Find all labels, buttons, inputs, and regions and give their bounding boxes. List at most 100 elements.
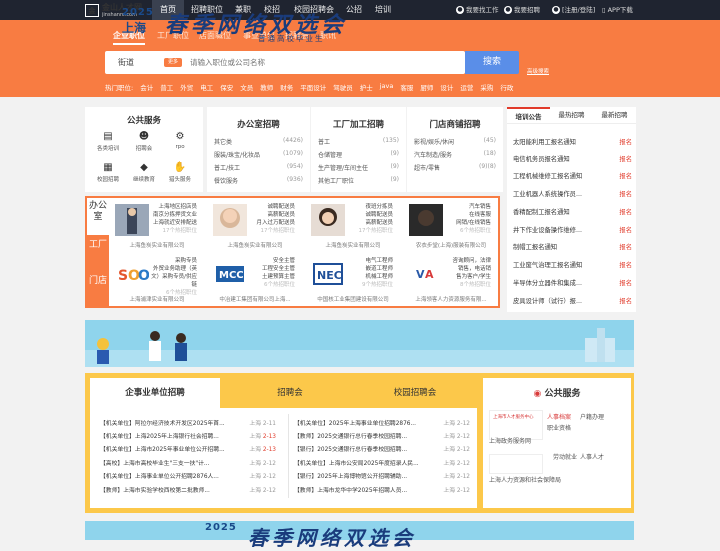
nav-public[interactable]: 公招 — [346, 0, 362, 20]
hot-job[interactable]: 会计 — [140, 82, 153, 92]
category-row[interactable]: 餐饮服务 (936) — [214, 176, 303, 185]
hot-job[interactable]: 平面设计 — [300, 82, 326, 92]
notice-item[interactable]: 工业机器人系统操作员... 报名 — [513, 189, 632, 198]
notice-item[interactable]: 工程机械维修工报名通知 报名 — [513, 171, 632, 180]
recruit-item[interactable]: 【机关单位】2025年上海事业单位招聘2876... 上海 2-12 — [294, 418, 470, 427]
search-button[interactable]: 搜索 — [465, 51, 519, 74]
recruit-item[interactable]: 【机关单位】上海市2025年事业单位公开招聘... 上海 2-13 — [100, 444, 276, 453]
banner-illustration — [85, 328, 634, 367]
notice-item[interactable]: 半导体分立器件和集成... 报名 — [513, 278, 632, 287]
recruit-item[interactable]: 【教师】2025交通银行总行春季校园招聘... 上海 2-12 — [294, 431, 470, 440]
panel-title: 办公室招聘 — [237, 120, 280, 130]
search-input[interactable] — [190, 54, 460, 71]
notice-item[interactable]: 太阳能利用工报名通知 报名 — [513, 137, 632, 146]
svc-education[interactable]: ◆ 继续教育 — [126, 162, 162, 183]
category-row[interactable]: 影视/娱乐/休闲 (45) — [414, 137, 496, 146]
svc-rpo[interactable]: ⚙ rpo — [162, 131, 198, 150]
recruit-item[interactable]: 【机关单位】上海事业单位公开招聘2876人... 上海 2-12 — [100, 471, 276, 480]
notice-item[interactable]: 井下作业设备操作维修... 报名 — [513, 225, 632, 234]
company-card[interactable]: SOO 采购专员 外贸业务助理（英 文）采购专员/供应链 6个热招职位 上海浦津实业有… — [109, 252, 205, 304]
logo-mark-icon: 金 — [85, 4, 99, 17]
tab-new-jobs[interactable]: 最新招聘 — [593, 107, 636, 123]
post-job-link[interactable]: ● 我要招聘 — [504, 0, 540, 20]
tab-campus-fairs[interactable]: 校园招聘会 — [360, 378, 470, 408]
login-icon: ● — [552, 6, 560, 14]
company-card[interactable]: 上海地区招店员 南京分拣押货文业 上海就近安排配送 17个热招职位 上海鱼炭实业有限公… — [109, 198, 205, 250]
svc-campus[interactable]: ▦ 校园招聘 — [90, 162, 126, 183]
notice-item[interactable]: 香精配制工报名通知 报名 — [513, 207, 632, 216]
category-row[interactable]: 普工 (135) — [318, 137, 399, 146]
hot-job[interactable]: 厨师 — [420, 82, 433, 92]
hot-job[interactable]: 驾驶员 — [333, 82, 353, 92]
hot-job[interactable]: 采购 — [480, 82, 493, 92]
category-row[interactable]: 生产管理/车间主任 (9) — [318, 163, 399, 172]
recruit-item[interactable]: 【高校】上海市高校毕业生"三支一扶"计... 上海 2-12 — [100, 458, 276, 467]
hot-job[interactable]: 行政 — [500, 82, 513, 92]
category-row[interactable]: 超市/零售 (9)(8) — [414, 163, 496, 172]
pub-link-gov-portal[interactable]: 上海政务服务网 — [489, 436, 531, 445]
category-row[interactable]: 仓储管理 (9) — [318, 150, 399, 159]
recruit-item[interactable]: 【机关单位】上海市公安局2025年度招录人民... 上海 2-12 — [294, 458, 470, 467]
hot-job[interactable]: 设计 — [440, 82, 453, 92]
hot-job[interactable]: java — [380, 82, 394, 92]
city-select[interactable]: 街道 — [118, 57, 134, 68]
hot-job[interactable]: 普工 — [160, 82, 173, 92]
side-tab-store[interactable]: 门店 — [87, 271, 109, 306]
company-card[interactable]: 夜班分拣员 诚聘配送员 高薪配送员 17个热招职位 上海鱼炭实业有限公司 — [305, 198, 401, 250]
category-row[interactable]: 汽车制造/服务 (18) — [414, 150, 496, 159]
pub-link-qualification[interactable]: 职业资格 — [547, 423, 571, 432]
recruit-item[interactable]: 【教师】上海市实验学校西校第二批教师... 上海 2-12 — [100, 485, 276, 494]
hot-job[interactable]: 运营 — [460, 82, 473, 92]
hot-job[interactable]: 文员 — [240, 82, 253, 92]
pub-link-employment[interactable]: 劳动就业 — [553, 452, 577, 461]
pub-link-hrss[interactable]: 上海人力资源和社会保障局 — [489, 475, 561, 484]
recruit-item[interactable]: 【银行】2025年上海博物馆公开招聘辅助... 上海 2-12 — [294, 471, 470, 480]
svc-training[interactable]: ▤ 各类培训 — [90, 131, 126, 152]
recruit-item[interactable]: 【机关单位】上海2025年上海银行社会招聘... 上海 2-13 — [100, 431, 276, 440]
job-fair-banner[interactable] — [85, 320, 634, 367]
category-row[interactable]: 服装/珠宝/化妆品 (1079) — [214, 150, 303, 159]
svc-headhunt[interactable]: ✋ 猎头服务 — [162, 162, 198, 183]
hot-job[interactable]: 护士 — [360, 82, 373, 92]
public-service-title: 公共服务 — [126, 116, 161, 126]
side-tab-office[interactable]: 办公室 — [87, 198, 109, 235]
recruit-item[interactable]: 【机关单位】阿拉尔经济技术开发区2025年首... 上海 2-11 — [100, 418, 276, 427]
pub-link-archives[interactable]: 人事档案 — [547, 412, 571, 421]
notice-item[interactable]: 工业废气治理工报名通知 报名 — [513, 260, 632, 269]
side-tab-factory[interactable]: 工厂 — [87, 235, 109, 271]
hot-job[interactable]: 保安 — [220, 82, 233, 92]
find-job-link[interactable]: ● 我要找工作 — [456, 0, 499, 20]
tab-job-fairs[interactable]: 招聘会 — [240, 378, 340, 408]
pub-link-hukou[interactable]: 户籍办理 — [580, 412, 604, 421]
company-card[interactable]: NEC 电气工程师 嵌道工程师 机械工程师 9个热招职位 中国核工业集团建设有限公司 — [305, 252, 401, 304]
recruit-item[interactable]: 【教师】上海市龙华中学2025年招聘人员... 上海 2-12 — [294, 485, 470, 494]
notice-item[interactable]: 制帽工报名通知 报名 — [513, 242, 632, 251]
tab-training-notice[interactable]: 培训公告 — [507, 107, 550, 123]
pub-link-talent[interactable]: 人事人才 — [580, 452, 604, 461]
hot-job[interactable]: 电工 — [200, 82, 213, 92]
nav-training[interactable]: 培训 — [375, 0, 391, 20]
svc-job-fair[interactable]: ☻ 招聘会 — [126, 131, 162, 152]
hot-job[interactable]: 外贸 — [180, 82, 193, 92]
tab-institution-recruit[interactable]: 企事业单位招聘 — [90, 378, 220, 408]
category-row[interactable]: 其它类 (4426) — [214, 137, 303, 146]
advanced-search-link[interactable]: 高级搜索 — [527, 67, 549, 75]
company-card[interactable]: VA 咨询顾问，法律 销售，电话销 售为客户/学生 8个热招职位 上海领客人力资源服务… — [403, 252, 499, 304]
notice-item[interactable]: 电信机务员报名通知 报名 — [513, 154, 632, 163]
office-jobs-panel: 办公室招聘 其它类 (4426) 服装/珠宝/化妆品 (1079) 普工/技工 (95… — [207, 107, 310, 192]
app-download-link[interactable]: ▯ APP下载 — [602, 0, 633, 20]
city-more-button[interactable]: 更多 — [164, 58, 182, 67]
hrss-logo-icon[interactable] — [489, 454, 543, 474]
recruit-item[interactable]: 【银行】2025交通银行总行春季校园招聘... 上海 2-12 — [294, 444, 470, 453]
company-card[interactable]: 汽车销售 在线客服 网销/在线销售 6个热招职位 农衣步堂(上海)服装有限公司 — [403, 198, 499, 250]
category-row[interactable]: 其他工厂职位 (9) — [318, 176, 399, 185]
company-card[interactable]: 诚聘配送员 高薪配送员 月入过万配送员 17个热招职位 上海鱼炭实业有限公司 — [207, 198, 303, 250]
company-card[interactable]: MCC 安全主管 工程安全主管 土建预算主管 6个热招职位 中冶建工集团有限公司上海.… — [207, 252, 303, 304]
category-row[interactable]: 普工/技工 (954) — [214, 163, 303, 172]
hot-job[interactable]: 客服 — [400, 82, 413, 92]
notice-item[interactable]: 皮具设计师（试行）报... 报名 — [513, 296, 632, 305]
hot-job[interactable]: 财务 — [280, 82, 293, 92]
tab-hot-jobs[interactable]: 最热招聘 — [550, 107, 593, 123]
hot-job[interactable]: 教师 — [260, 82, 273, 92]
login-link[interactable]: ● [注册/登陆] — [552, 0, 595, 20]
